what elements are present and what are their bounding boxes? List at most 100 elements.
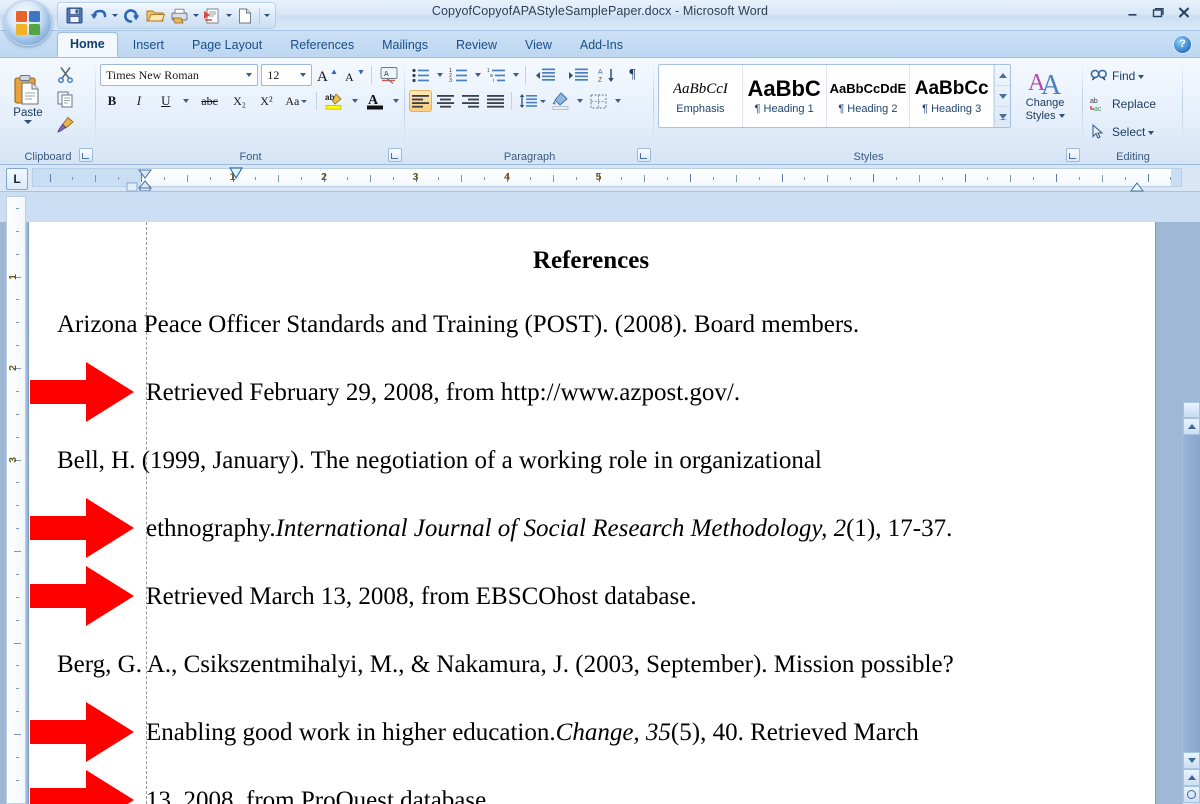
font-color-button[interactable]: A: [363, 90, 387, 112]
scroll-down-button[interactable]: [1183, 752, 1200, 769]
left-margin-handle[interactable]: [126, 179, 138, 192]
superscript-button[interactable]: X²: [254, 90, 278, 112]
subscript-button[interactable]: X₂: [228, 90, 252, 112]
tab-insert[interactable]: Insert: [120, 34, 177, 57]
tab-view[interactable]: View: [512, 34, 565, 57]
bullets-button[interactable]: [409, 64, 432, 86]
sort-button[interactable]: A Z: [596, 64, 619, 86]
cut-button[interactable]: [52, 64, 78, 85]
shrink-font-button[interactable]: A: [342, 64, 366, 86]
borders-dropdown-button[interactable]: [612, 90, 623, 112]
line-spacing-button[interactable]: [516, 90, 547, 112]
shading-dropdown-button[interactable]: [574, 90, 585, 112]
font-size-combo[interactable]: 12: [261, 64, 313, 86]
copy-button[interactable]: [52, 89, 78, 110]
font-name-combo[interactable]: Times New Roman: [100, 64, 259, 86]
bold-button[interactable]: B: [100, 90, 124, 112]
tab-page-layout[interactable]: Page Layout: [179, 34, 275, 57]
borders-button[interactable]: [587, 90, 610, 112]
italic-button[interactable]: I: [127, 90, 151, 112]
previous-page-button[interactable]: [1183, 769, 1200, 786]
vertical-ruler[interactable]: 1 2 3: [6, 196, 26, 804]
clipboard-dialog-launcher[interactable]: [79, 148, 93, 162]
change-styles-button[interactable]: A A Change Styles: [1011, 64, 1079, 126]
clear-formatting-button[interactable]: A: [377, 64, 401, 86]
chevron-down-icon[interactable]: [296, 65, 309, 85]
help-button[interactable]: ?: [1173, 35, 1192, 54]
styles-scroll-down-button[interactable]: [995, 86, 1011, 107]
tab-review[interactable]: Review: [443, 34, 510, 57]
styles-dialog-launcher[interactable]: [1066, 148, 1080, 162]
select-button[interactable]: Select: [1087, 119, 1179, 145]
close-button[interactable]: [1172, 2, 1196, 22]
underline-button[interactable]: U: [154, 90, 178, 112]
style-heading-1[interactable]: AaBbC ¶ Heading 1: [742, 65, 827, 127]
align-center-button[interactable]: [434, 90, 457, 112]
numbering-dropdown-button[interactable]: [472, 64, 483, 86]
office-button[interactable]: [4, 0, 52, 46]
styles-more-button[interactable]: [995, 107, 1010, 127]
styles-group-label: Styles: [853, 151, 884, 163]
right-indent-marker[interactable]: [1130, 179, 1144, 192]
left-indent-marker[interactable]: [228, 167, 244, 180]
vertical-scrollbar[interactable]: [1182, 418, 1200, 804]
hanging-indent-marker[interactable]: [137, 178, 153, 192]
paragraph-dialog-launcher[interactable]: [637, 148, 651, 162]
chevron-down-icon[interactable]: [1138, 72, 1146, 80]
split-window-button[interactable]: [1183, 402, 1200, 418]
increase-indent-button[interactable]: [563, 64, 594, 86]
tab-mailings[interactable]: Mailings: [369, 34, 441, 57]
document-text[interactable]: References Arizona Peace Officer Standard…: [57, 230, 1125, 804]
ruler-tick: [186, 175, 188, 182]
ruler-tick: [163, 177, 165, 180]
paste-button[interactable]: Paste: [4, 63, 52, 135]
horizontal-ruler[interactable]: 12345: [32, 168, 1182, 187]
first-line-indent-marker[interactable]: [138, 167, 152, 179]
select-browse-object-button[interactable]: [1183, 786, 1200, 803]
text-highlight-button[interactable]: ab: [322, 90, 346, 112]
show-formatting-marks-button[interactable]: ¶: [621, 64, 644, 86]
multilevel-dropdown-button[interactable]: [510, 64, 521, 86]
tab-references[interactable]: References: [277, 34, 367, 57]
document-line: Enabling good work in higher education. …: [57, 698, 1125, 766]
paste-dropdown-icon[interactable]: [24, 120, 32, 124]
justify-button[interactable]: [484, 90, 507, 112]
bullets-dropdown-button[interactable]: [434, 64, 445, 86]
decrease-indent-button[interactable]: [530, 64, 561, 86]
tab-stop-selector[interactable]: L: [6, 168, 28, 190]
chevron-down-icon: [436, 73, 443, 77]
underline-dropdown-button[interactable]: [181, 90, 192, 112]
numbering-button[interactable]: 1 2 3: [447, 64, 470, 86]
scrollbar-track[interactable]: [1183, 435, 1200, 752]
align-left-button[interactable]: [409, 90, 432, 112]
chevron-down-icon[interactable]: [1148, 128, 1156, 136]
scroll-up-button[interactable]: [1183, 418, 1200, 435]
ruler-tick: [16, 665, 19, 667]
styles-gallery: AaBbCcI Emphasis AaBbC ¶ Heading 1 AaBbC…: [658, 64, 1012, 128]
format-painter-button[interactable]: [52, 114, 78, 135]
styles-scroll-up-button[interactable]: [995, 65, 1011, 86]
restore-button[interactable]: [1146, 2, 1170, 22]
align-right-button[interactable]: [459, 90, 482, 112]
replace-button[interactable]: ab ac Replace: [1087, 91, 1179, 117]
font-dialog-launcher[interactable]: [388, 148, 402, 162]
text-run: Retrieved March 13, 2008, from EBSCOhost…: [146, 582, 697, 610]
change-case-button[interactable]: Aa: [281, 90, 311, 112]
strikethrough-button[interactable]: abc: [195, 90, 225, 112]
tab-add-ins[interactable]: Add-Ins: [567, 34, 636, 57]
tab-home[interactable]: Home: [57, 32, 118, 57]
svg-text:A: A: [598, 69, 603, 76]
style-emphasis[interactable]: AaBbCcI Emphasis: [659, 65, 743, 127]
find-button[interactable]: Find: [1087, 63, 1179, 89]
multilevel-list-button[interactable]: 1 a i: [485, 64, 508, 86]
font-color-dropdown-button[interactable]: [390, 90, 401, 112]
styles-gallery-scrollbar[interactable]: [994, 65, 1011, 127]
document-page[interactable]: References Arizona Peace Officer Standard…: [28, 222, 1156, 804]
shading-button[interactable]: [549, 90, 572, 112]
style-heading-3[interactable]: AaBbCc ¶ Heading 3: [910, 65, 995, 127]
highlight-dropdown-button[interactable]: [349, 90, 360, 112]
style-heading-2[interactable]: AaBbCcDdE ¶ Heading 2: [826, 65, 911, 127]
grow-font-button[interactable]: A: [315, 64, 339, 86]
minimize-button[interactable]: [1120, 2, 1144, 22]
chevron-down-icon[interactable]: [242, 65, 255, 85]
